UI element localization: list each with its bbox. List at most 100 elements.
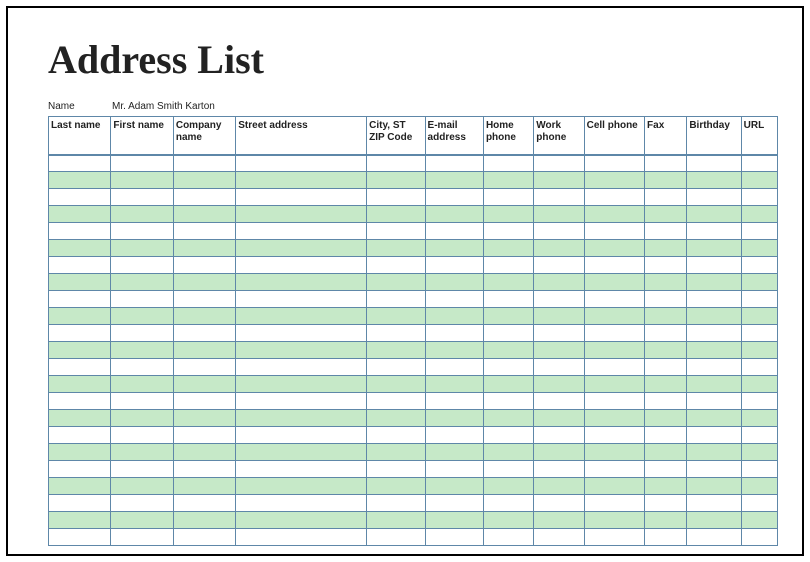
table-cell[interactable] bbox=[645, 393, 687, 410]
table-cell[interactable] bbox=[687, 427, 741, 444]
table-cell[interactable] bbox=[49, 393, 111, 410]
table-cell[interactable] bbox=[687, 342, 741, 359]
table-cell[interactable] bbox=[425, 393, 483, 410]
table-cell[interactable] bbox=[645, 172, 687, 189]
table-cell[interactable] bbox=[687, 172, 741, 189]
table-cell[interactable] bbox=[687, 274, 741, 291]
table-cell[interactable] bbox=[483, 206, 533, 223]
table-cell[interactable] bbox=[425, 444, 483, 461]
table-cell[interactable] bbox=[236, 427, 367, 444]
table-cell[interactable] bbox=[645, 342, 687, 359]
table-cell[interactable] bbox=[425, 240, 483, 257]
table-cell[interactable] bbox=[741, 308, 777, 325]
table-cell[interactable] bbox=[367, 512, 425, 529]
table-cell[interactable] bbox=[173, 410, 235, 427]
table-cell[interactable] bbox=[741, 274, 777, 291]
table-cell[interactable] bbox=[584, 512, 644, 529]
table-cell[interactable] bbox=[111, 325, 173, 342]
table-cell[interactable] bbox=[111, 274, 173, 291]
table-cell[interactable] bbox=[367, 274, 425, 291]
table-cell[interactable] bbox=[173, 461, 235, 478]
table-cell[interactable] bbox=[645, 529, 687, 546]
table-cell[interactable] bbox=[687, 223, 741, 240]
table-cell[interactable] bbox=[236, 495, 367, 512]
table-cell[interactable] bbox=[111, 291, 173, 308]
table-cell[interactable] bbox=[173, 495, 235, 512]
table-cell[interactable] bbox=[367, 189, 425, 206]
table-cell[interactable] bbox=[111, 393, 173, 410]
table-cell[interactable] bbox=[584, 376, 644, 393]
table-cell[interactable] bbox=[236, 189, 367, 206]
table-cell[interactable] bbox=[111, 478, 173, 495]
table-cell[interactable] bbox=[645, 257, 687, 274]
table-cell[interactable] bbox=[741, 444, 777, 461]
table-cell[interactable] bbox=[236, 274, 367, 291]
table-cell[interactable] bbox=[425, 495, 483, 512]
table-cell[interactable] bbox=[425, 206, 483, 223]
table-cell[interactable] bbox=[425, 257, 483, 274]
table-cell[interactable] bbox=[425, 342, 483, 359]
table-cell[interactable] bbox=[49, 478, 111, 495]
table-cell[interactable] bbox=[687, 512, 741, 529]
table-cell[interactable] bbox=[111, 342, 173, 359]
table-cell[interactable] bbox=[49, 155, 111, 172]
table-cell[interactable] bbox=[534, 478, 584, 495]
table-cell[interactable] bbox=[49, 427, 111, 444]
table-cell[interactable] bbox=[425, 376, 483, 393]
table-cell[interactable] bbox=[534, 359, 584, 376]
table-cell[interactable] bbox=[367, 444, 425, 461]
table-cell[interactable] bbox=[173, 427, 235, 444]
table-cell[interactable] bbox=[645, 189, 687, 206]
table-cell[interactable] bbox=[173, 478, 235, 495]
table-cell[interactable] bbox=[367, 206, 425, 223]
table-cell[interactable] bbox=[483, 257, 533, 274]
table-cell[interactable] bbox=[483, 376, 533, 393]
table-cell[interactable] bbox=[483, 393, 533, 410]
table-cell[interactable] bbox=[367, 376, 425, 393]
table-cell[interactable] bbox=[236, 342, 367, 359]
table-cell[interactable] bbox=[367, 478, 425, 495]
table-cell[interactable] bbox=[367, 291, 425, 308]
table-cell[interactable] bbox=[483, 325, 533, 342]
table-cell[interactable] bbox=[741, 427, 777, 444]
table-cell[interactable] bbox=[49, 529, 111, 546]
table-cell[interactable] bbox=[236, 478, 367, 495]
table-cell[interactable] bbox=[236, 376, 367, 393]
table-cell[interactable] bbox=[49, 257, 111, 274]
table-cell[interactable] bbox=[173, 393, 235, 410]
table-cell[interactable] bbox=[425, 172, 483, 189]
table-cell[interactable] bbox=[584, 257, 644, 274]
table-cell[interactable] bbox=[173, 155, 235, 172]
table-cell[interactable] bbox=[687, 410, 741, 427]
table-cell[interactable] bbox=[367, 410, 425, 427]
table-cell[interactable] bbox=[534, 155, 584, 172]
table-cell[interactable] bbox=[534, 376, 584, 393]
table-cell[interactable] bbox=[236, 359, 367, 376]
table-cell[interactable] bbox=[687, 393, 741, 410]
table-cell[interactable] bbox=[173, 512, 235, 529]
table-cell[interactable] bbox=[687, 461, 741, 478]
table-cell[interactable] bbox=[534, 308, 584, 325]
table-cell[interactable] bbox=[425, 308, 483, 325]
table-cell[interactable] bbox=[367, 461, 425, 478]
table-cell[interactable] bbox=[645, 478, 687, 495]
table-cell[interactable] bbox=[483, 172, 533, 189]
table-cell[interactable] bbox=[483, 410, 533, 427]
table-cell[interactable] bbox=[584, 427, 644, 444]
table-cell[interactable] bbox=[236, 393, 367, 410]
table-cell[interactable] bbox=[584, 308, 644, 325]
table-cell[interactable] bbox=[483, 240, 533, 257]
table-cell[interactable] bbox=[236, 444, 367, 461]
table-cell[interactable] bbox=[111, 359, 173, 376]
table-cell[interactable] bbox=[425, 478, 483, 495]
table-cell[interactable] bbox=[49, 325, 111, 342]
table-cell[interactable] bbox=[236, 512, 367, 529]
table-cell[interactable] bbox=[367, 529, 425, 546]
table-cell[interactable] bbox=[483, 478, 533, 495]
table-cell[interactable] bbox=[645, 291, 687, 308]
table-cell[interactable] bbox=[687, 206, 741, 223]
table-cell[interactable] bbox=[645, 274, 687, 291]
table-cell[interactable] bbox=[111, 240, 173, 257]
table-cell[interactable] bbox=[111, 444, 173, 461]
table-cell[interactable] bbox=[173, 291, 235, 308]
